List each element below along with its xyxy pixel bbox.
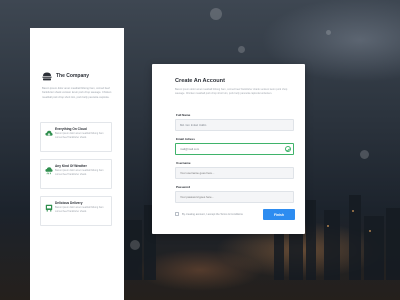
form-description: Bacon ipsum dolor amet meatball biltong … — [175, 88, 288, 96]
bokeh-light — [326, 30, 331, 35]
feature-title: Delicious Delivery — [55, 201, 83, 205]
terms-checkbox[interactable] — [175, 212, 179, 216]
brand-block: The Company Bacon ipsum dolor amet meatb… — [42, 72, 120, 100]
email-input[interactable] — [175, 143, 294, 155]
bokeh-light — [210, 8, 222, 20]
delivery-truck-icon — [45, 204, 53, 212]
full-name-label: Full Name — [176, 113, 191, 117]
terms-label: By creating account, I accept the Terms … — [182, 212, 243, 216]
valid-check-icon — [285, 146, 291, 152]
feature-description: Bacon ipsum dolor amet meatball biltong … — [55, 169, 104, 176]
finish-button[interactable]: Finish — [263, 209, 295, 220]
form-title: Create An Account — [175, 78, 225, 84]
feature-title: Everything On Cloud — [55, 127, 87, 131]
company-name: The Company — [56, 73, 90, 79]
bokeh-light — [238, 46, 245, 53]
company-description: Bacon ipsum dolor amet meatball biltong … — [42, 87, 112, 99]
feature-description: Bacon ipsum dolor amet meatball biltong … — [55, 206, 104, 213]
feature-card: Delicious Delivery Bacon ipsum dolor ame… — [40, 196, 112, 226]
email-label: Email Adress — [176, 137, 195, 141]
feature-title: Any Kind Of Weather — [55, 164, 87, 168]
feature-description: Bacon ipsum dolor amet meatball biltong … — [55, 132, 104, 139]
feature-card: Any Kind Of Weather Bacon ipsum dolor am… — [40, 159, 112, 189]
password-label: Password — [176, 185, 191, 189]
cloud-upload-icon — [45, 130, 53, 138]
burger-logo-icon — [42, 72, 52, 81]
feature-card: Everything On Cloud Bacon ipsum dolor am… — [40, 122, 112, 152]
password-input[interactable] — [175, 191, 294, 203]
company-sidebar: The Company Bacon ipsum dolor amet meatb… — [30, 28, 124, 300]
bokeh-light — [360, 150, 369, 159]
cloud-rain-icon — [45, 167, 53, 175]
username-input[interactable] — [175, 167, 294, 179]
bokeh-light — [130, 240, 140, 250]
username-label: Username — [176, 161, 191, 165]
full-name-input[interactable] — [175, 119, 294, 131]
